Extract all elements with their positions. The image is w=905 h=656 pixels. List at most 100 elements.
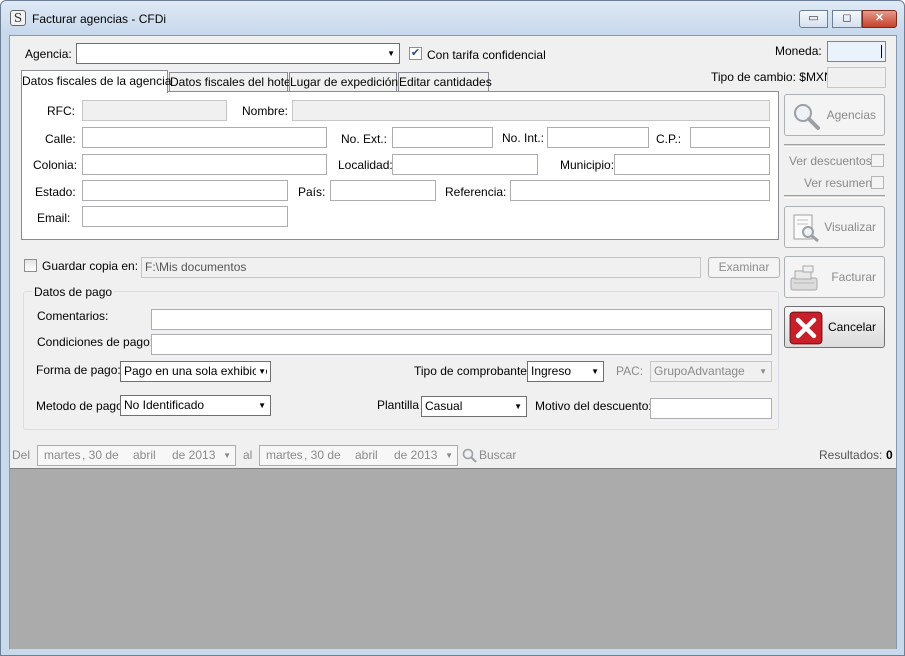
to-date-month: abril bbox=[355, 448, 378, 462]
minimize-button[interactable]: ▭ bbox=[799, 10, 828, 28]
buscar-label: Buscar bbox=[479, 448, 517, 462]
results-grid[interactable] bbox=[10, 468, 896, 649]
pais-field[interactable] bbox=[330, 180, 436, 201]
agencias-button-label: Agencias bbox=[826, 108, 876, 122]
referencia-field[interactable] bbox=[510, 180, 770, 201]
guardar-copia-label: Guardar copia en: bbox=[42, 259, 139, 273]
tab-datos-fiscales-hotel[interactable]: Datos fiscales del hotel bbox=[169, 72, 293, 91]
calle-field[interactable] bbox=[82, 127, 327, 148]
email-label: Email: bbox=[37, 211, 71, 225]
chevron-down-icon: ▼ bbox=[591, 367, 599, 376]
to-date-picker[interactable]: martes , 30 de abril de 2013 ▼ bbox=[259, 445, 458, 466]
tipo-cambio-input[interactable] bbox=[827, 67, 886, 88]
resultados-label: Resultados: bbox=[819, 448, 883, 462]
visualizar-button-label: Visualizar bbox=[824, 220, 876, 234]
document-search-icon bbox=[793, 214, 819, 243]
main-window: S Facturar agencias - CFDi ▭ ◻ ✕ Agencia… bbox=[0, 0, 905, 656]
cancelar-button-label: Cancelar bbox=[827, 320, 876, 334]
del-label: Del bbox=[12, 448, 31, 462]
forma-pago-label: Forma de pago: bbox=[36, 363, 121, 377]
condiciones-label: Condiciones de pago: bbox=[37, 335, 154, 349]
tab-lugar-expedicion[interactable]: Lugar de expedición bbox=[289, 72, 398, 91]
guardar-path-field[interactable]: F:\Mis documentos bbox=[141, 257, 701, 278]
facturar-button[interactable]: Facturar bbox=[784, 256, 885, 298]
pac-label: PAC: bbox=[616, 364, 644, 378]
estado-field[interactable] bbox=[82, 180, 288, 201]
guardar-path-value: F:\Mis documentos bbox=[145, 260, 247, 274]
municipio-label: Municipio: bbox=[560, 158, 615, 172]
chevron-down-icon: ▼ bbox=[223, 451, 231, 460]
title-bar[interactable]: S Facturar agencias - CFDi ▭ ◻ ✕ bbox=[1, 1, 904, 35]
tarifa-confidencial-label: Con tarifa confidencial bbox=[427, 48, 546, 62]
pais-label: País: bbox=[298, 185, 326, 199]
tipo-comprobante-label: Tipo de comprobante: bbox=[414, 364, 531, 378]
rfc-label: RFC: bbox=[47, 104, 75, 118]
plantilla-select[interactable]: Casual ▼ bbox=[421, 396, 527, 417]
pac-select[interactable]: GrupoAdvantage ▼ bbox=[650, 361, 772, 382]
from-date-picker[interactable]: martes , 30 de abril de 2013 ▼ bbox=[37, 445, 236, 466]
no-ext-label: No. Ext.: bbox=[341, 132, 388, 146]
examinar-button[interactable]: Examinar bbox=[708, 257, 780, 278]
moneda-label: Moneda: bbox=[775, 44, 822, 58]
colonia-field[interactable] bbox=[82, 154, 327, 175]
buscar-button[interactable]: Buscar bbox=[462, 446, 526, 465]
ver-descuentos-checkbox[interactable] bbox=[871, 154, 884, 167]
moneda-input[interactable] bbox=[827, 41, 886, 62]
ver-resumen-label: Ver resumen bbox=[804, 176, 873, 190]
to-date-year: de 2013 bbox=[394, 448, 438, 462]
maximize-button[interactable]: ◻ bbox=[832, 10, 862, 28]
tipo-comprobante-value: Ingreso bbox=[531, 364, 572, 378]
cancelar-button[interactable]: Cancelar bbox=[784, 306, 885, 348]
datos-pago-title: Datos de pago bbox=[32, 285, 115, 299]
app-icon: S bbox=[10, 10, 26, 26]
localidad-field[interactable] bbox=[392, 154, 538, 175]
from-date-weekday: martes bbox=[44, 448, 81, 462]
forma-pago-value: Pago en una sola exhibició bbox=[124, 364, 268, 378]
client-area: Agencia: ▼ ✔ Con tarifa confidencial Mon… bbox=[9, 35, 897, 649]
municipio-field[interactable] bbox=[614, 154, 770, 175]
chevron-down-icon: ▼ bbox=[445, 451, 453, 460]
chevron-down-icon: ▼ bbox=[387, 49, 395, 58]
chevron-down-icon: ▼ bbox=[759, 367, 767, 376]
forma-pago-select[interactable]: Pago en una sola exhibició ▼ bbox=[120, 361, 271, 382]
estado-label: Estado: bbox=[35, 185, 76, 199]
condiciones-field[interactable] bbox=[151, 334, 772, 355]
tarifa-confidencial-checkbox[interactable]: ✔ bbox=[409, 47, 422, 60]
tipo-cambio-label: Tipo de cambio: $MXN bbox=[711, 70, 833, 84]
tab-editar-cantidades[interactable]: Editar cantidades bbox=[398, 72, 492, 91]
magnifier-icon bbox=[794, 104, 820, 130]
comentarios-field[interactable] bbox=[151, 309, 772, 330]
from-date-year: de 2013 bbox=[172, 448, 216, 462]
guardar-copia-checkbox[interactable] bbox=[24, 259, 37, 272]
metodo-pago-select[interactable]: No Identificado ▼ bbox=[120, 395, 271, 416]
no-int-label: No. Int.: bbox=[502, 131, 545, 145]
nombre-field[interactable] bbox=[292, 100, 770, 121]
agencia-label: Agencia: bbox=[25, 47, 72, 61]
comentarios-label: Comentarios: bbox=[37, 309, 109, 323]
cp-field[interactable] bbox=[690, 127, 770, 148]
ver-resumen-checkbox[interactable] bbox=[871, 176, 884, 189]
no-int-field[interactable] bbox=[547, 127, 649, 148]
from-date-month: abril bbox=[133, 448, 156, 462]
side-separator bbox=[784, 144, 885, 147]
motivo-descuento-label: Motivo del descuento: bbox=[535, 399, 652, 413]
motivo-descuento-field[interactable] bbox=[650, 398, 772, 419]
visualizar-button[interactable]: Visualizar bbox=[784, 206, 885, 248]
rfc-field[interactable] bbox=[82, 100, 227, 121]
agencia-select[interactable]: ▼ bbox=[76, 43, 400, 64]
metodo-pago-value: No Identificado bbox=[124, 398, 205, 412]
al-label: al bbox=[243, 448, 253, 462]
agencias-button[interactable]: Agencias bbox=[784, 94, 885, 136]
close-button[interactable]: ✕ bbox=[862, 10, 897, 28]
pac-value: GrupoAdvantage bbox=[654, 364, 745, 378]
email-field[interactable] bbox=[82, 206, 288, 227]
tab-datos-fiscales-agencia[interactable]: Datos fiscales de la agencia bbox=[21, 70, 171, 93]
plantilla-value: Casual bbox=[425, 399, 463, 413]
colonia-label: Colonia: bbox=[33, 158, 78, 172]
window-title: Facturar agencias - CFDi bbox=[32, 12, 167, 26]
tipo-comprobante-select[interactable]: Ingreso ▼ bbox=[527, 361, 604, 382]
chevron-down-icon: ▼ bbox=[258, 401, 266, 410]
no-ext-field[interactable] bbox=[392, 127, 493, 148]
cash-register-icon bbox=[790, 265, 818, 291]
side-separator bbox=[784, 195, 885, 198]
